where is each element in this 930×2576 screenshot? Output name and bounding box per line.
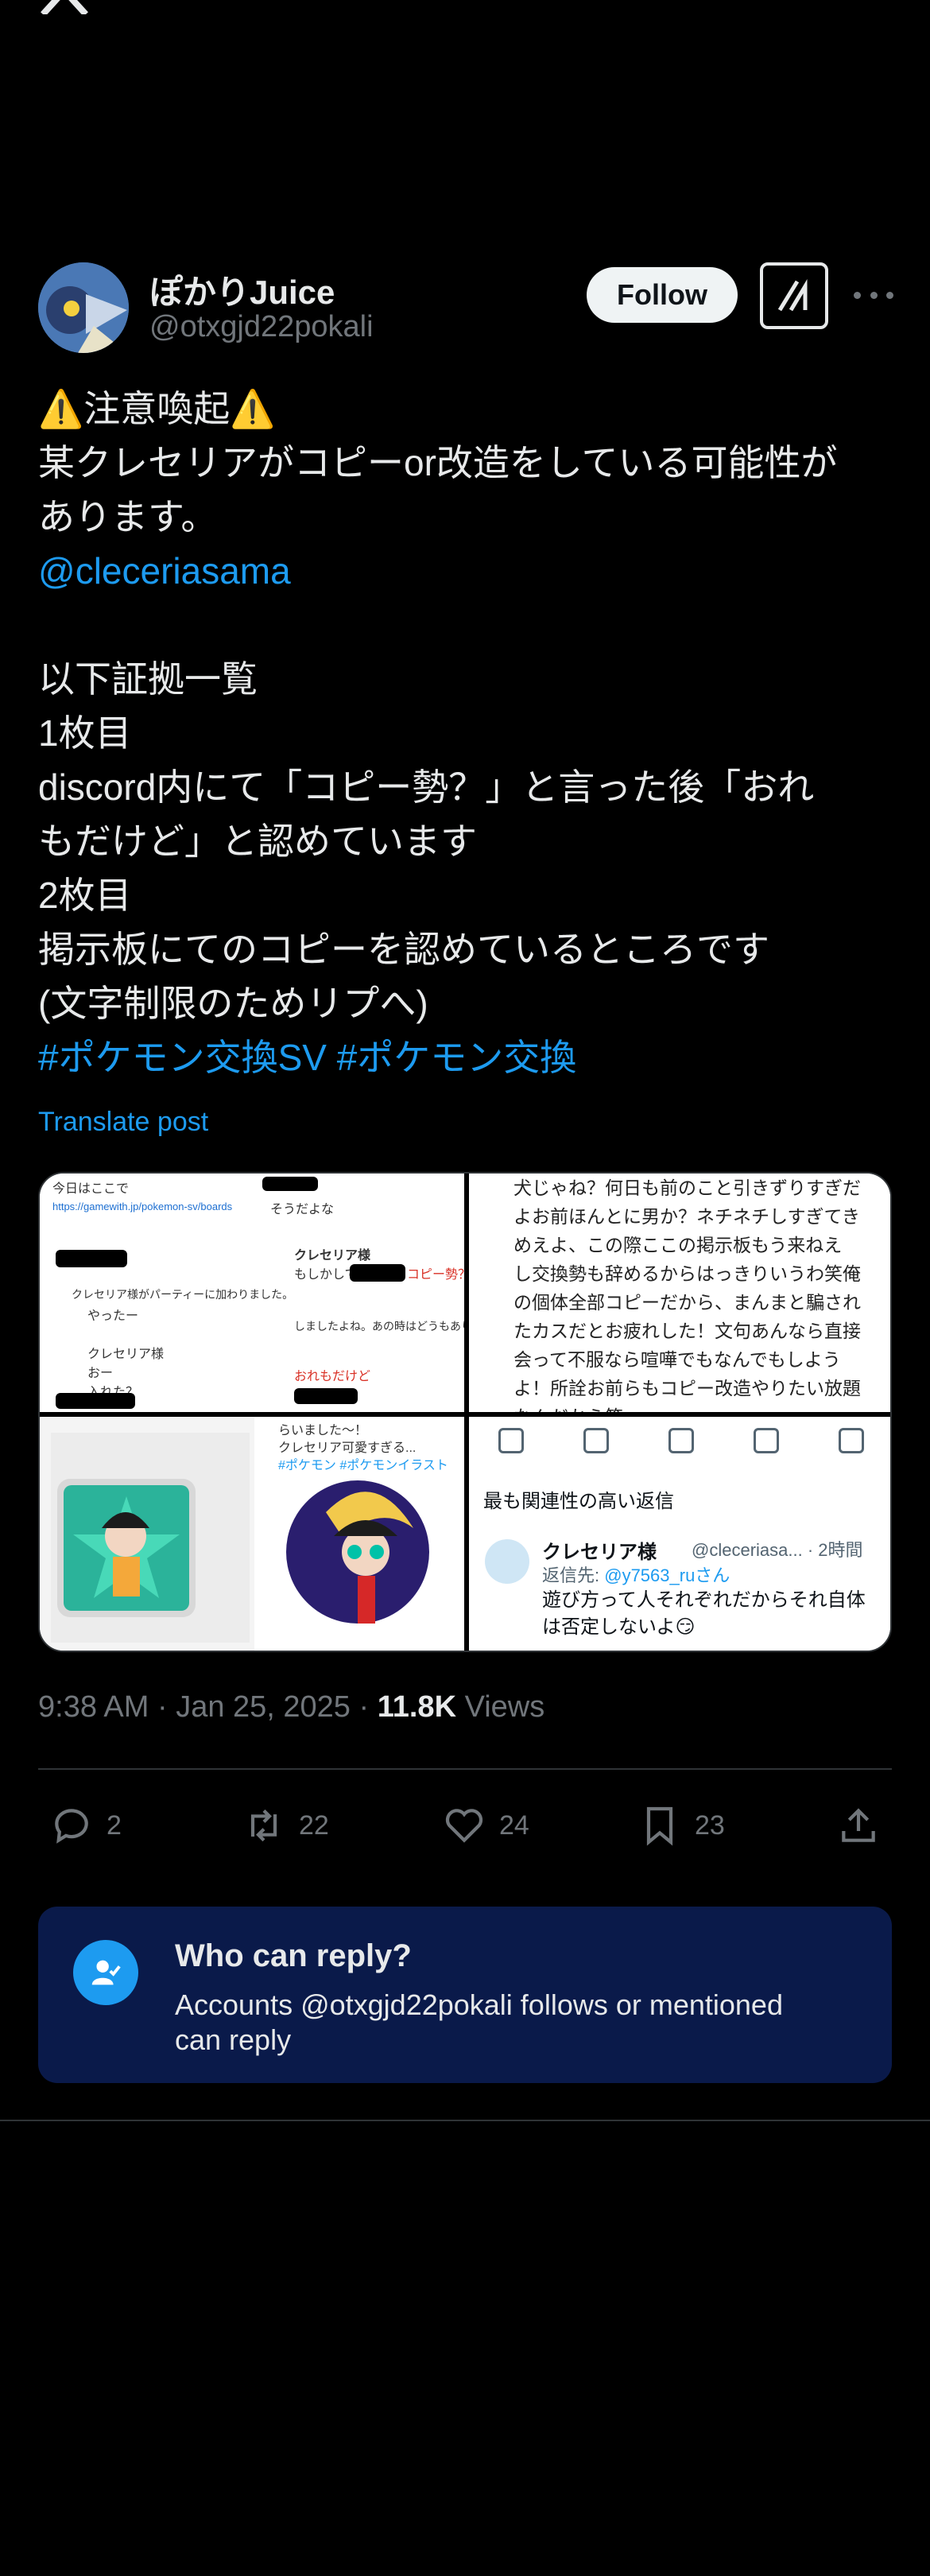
media-image-1[interactable]: 今日はここで https://gamewith.jp/pokemon-sv/bo… (40, 1174, 464, 1412)
separator (0, 2120, 930, 2121)
mention-link[interactable]: @cleceriasama (38, 544, 897, 598)
reply-name: クレセリア様 (542, 1542, 657, 1563)
image-text: もしかして (294, 1268, 358, 1282)
post-author: ぽかりJuice @otxgjd22pokali Follow (38, 262, 893, 358)
reply-count: 2 (107, 1810, 122, 1841)
post-line: 2枚目 (38, 875, 132, 916)
hashtag-links[interactable]: #ポケモン交換SV #ポケモン交換 (38, 1030, 897, 1084)
post-line: あります。 (38, 496, 218, 537)
bookmark-button[interactable]: 23 (637, 1794, 725, 1857)
image-text: やったー (87, 1309, 139, 1323)
views-label: Views (456, 1690, 545, 1724)
image-text: しましたよね。あの時はどうもありがとうございます (294, 1320, 464, 1333)
image-text: よ！所詮お前らもコピー改造やりたい放題 (513, 1378, 861, 1399)
like-count: 24 (499, 1810, 529, 1841)
image-text: たカスだとお疲れした！文句あんなら直接 (513, 1321, 861, 1341)
reply-button[interactable]: 2 (49, 1794, 122, 1857)
translate-post-link[interactable]: Translate post (38, 1107, 208, 1138)
redaction (56, 1250, 127, 1267)
share-icon (838, 1428, 864, 1453)
repost-button[interactable]: 22 (242, 1794, 329, 1857)
separator (38, 1768, 892, 1770)
x-logo-icon[interactable] (38, 0, 91, 14)
image-text: クレセリア様 (294, 1249, 371, 1263)
reply-to: 返信先: @y7563_ruさん (542, 1562, 730, 1587)
image-text: クレセリア可愛すぎる... (278, 1441, 417, 1455)
repost-icon (250, 1809, 277, 1842)
repost-icon (583, 1428, 610, 1453)
post-line: 掲示板にてのコピーを認めているところです (38, 929, 769, 970)
post-line: ⚠️注意喚起⚠️ (38, 388, 276, 429)
reply-restriction-description: Accounts @otxgjd22pokali follows or ment… (175, 1988, 783, 2056)
image-text: クレセリア様がパーティーに加わりました。 (72, 1288, 294, 1301)
bookmark-count: 23 (695, 1810, 725, 1841)
author-name[interactable]: ぽかりJuice (149, 266, 335, 314)
image-text: し交換勢も辞めるからはっきりいうわ笑俺 (513, 1263, 861, 1284)
post-text: ⚠️注意喚起⚠️ 某クレセリアがコピーor改造をしている可能性が あります。 @… (38, 382, 897, 1084)
views-count: 11.8K (377, 1690, 457, 1724)
reply-body: 遊び方って人それぞれだからそれ自体は否定しないよ😏 (542, 1589, 866, 1638)
image-text: よお前ほんとに男か？ネチネチしすぎてき (513, 1206, 860, 1227)
share-icon (842, 1808, 875, 1842)
post-line: 某クレセリアがコピーor改造をしている可能性が (38, 442, 838, 483)
heart-icon (445, 1809, 483, 1843)
media-image-3[interactable]: らいました〜！ クレセリア可愛すぎる... #ポケモン #ポケモンイラスト (40, 1417, 464, 1651)
image-action-icons (469, 1425, 890, 1457)
image-text: おれもだけど (294, 1370, 371, 1383)
reply-to-prefix: 返信先: (542, 1565, 605, 1585)
reply-to-handle: @y7563_ruさん (604, 1565, 730, 1585)
media-image-2[interactable]: 犬じゃね？何日も前のこと引きずりすぎだ よお前ほんとに男か？ネチネチしすぎてき … (469, 1174, 890, 1412)
share-button[interactable] (836, 1794, 893, 1857)
post-line: もだけど」と認めています (38, 821, 477, 862)
reply-handle: @cleceriasa... · 2時間 (692, 1540, 863, 1560)
comment-icon (498, 1428, 525, 1453)
repost-count: 22 (299, 1810, 329, 1841)
post-line: discord内にて「コピー勢？」と言った後「おれ (38, 766, 815, 808)
reply-avatar (485, 1539, 529, 1584)
image-text: おー (87, 1367, 114, 1380)
image-text: そうだよな (270, 1203, 335, 1216)
media-grid: 今日はここで https://gamewith.jp/pokemon-sv/bo… (38, 1172, 892, 1652)
post-line: 1枚目 (38, 712, 132, 754)
media-image-4[interactable]: 最も関連性の高い返信 クレセリア様 @cleceriasa... · 2時間 返… (469, 1417, 890, 1651)
reply-restriction-title: Who can reply? (175, 1938, 412, 1973)
post-timestamp[interactable]: 9:38 AM · Jan 25, 2025 · (38, 1690, 378, 1724)
grok-icon[interactable] (760, 262, 828, 329)
bookmark-icon (646, 1806, 673, 1846)
reply-icon (55, 1809, 88, 1844)
redaction (262, 1177, 318, 1191)
image-text: https://gamewith.jp/pokemon-sv/boards (52, 1201, 233, 1212)
bookmark-icon (753, 1428, 779, 1453)
image-text: クレセリア様 (87, 1348, 165, 1361)
reply-sort-label: 最も関連性の高い返信 (483, 1491, 674, 1512)
image-text: 今日はここで (52, 1182, 130, 1196)
author-handle[interactable]: @otxgjd22pokali (149, 310, 374, 344)
image-text: の個体全部コピーだから、まんまと騙され (513, 1292, 861, 1313)
image-text: #ポケモン #ポケモンイラスト (278, 1459, 448, 1472)
image-text: なんだから笑 (513, 1402, 887, 1412)
redaction (56, 1393, 135, 1409)
avatar[interactable] (38, 262, 129, 353)
heart-icon (668, 1428, 694, 1453)
image-text: 犬じゃね？何日も前のこと引きずりすぎだ (513, 1177, 861, 1198)
follow-button[interactable]: Follow (587, 267, 738, 323)
board-text: 犬じゃね？何日も前のこと引きずりすぎだ よお前ほんとに男か？ネチネチしすぎてき … (513, 1174, 887, 1412)
image-text: めえよ、この際ここの掲示板もう来ねえ (513, 1235, 843, 1255)
post-line: 以下証拠一覧 (38, 658, 258, 700)
reply-restriction-box: Who can reply? Accounts @otxgjd22pokali … (38, 1907, 892, 2083)
more-options-icon[interactable] (854, 283, 893, 307)
post-metadata: 9:38 AM · Jan 25, 2025 · 11.8K Views (38, 1690, 544, 1724)
image-text: 会って不服なら喧嘩でもなんでもしよう (513, 1349, 841, 1370)
post-line: (文字制限のためリプへ) (38, 983, 428, 1024)
like-button[interactable]: 24 (442, 1794, 529, 1857)
image-text: らいました〜！ (278, 1424, 368, 1437)
redaction (294, 1388, 358, 1404)
media-divider (40, 1412, 890, 1417)
redaction (350, 1264, 405, 1282)
post-actions: 2 22 24 23 (38, 1794, 892, 1857)
image-text: コピー勢？ (407, 1268, 464, 1282)
user-check-icon (73, 1940, 138, 2005)
